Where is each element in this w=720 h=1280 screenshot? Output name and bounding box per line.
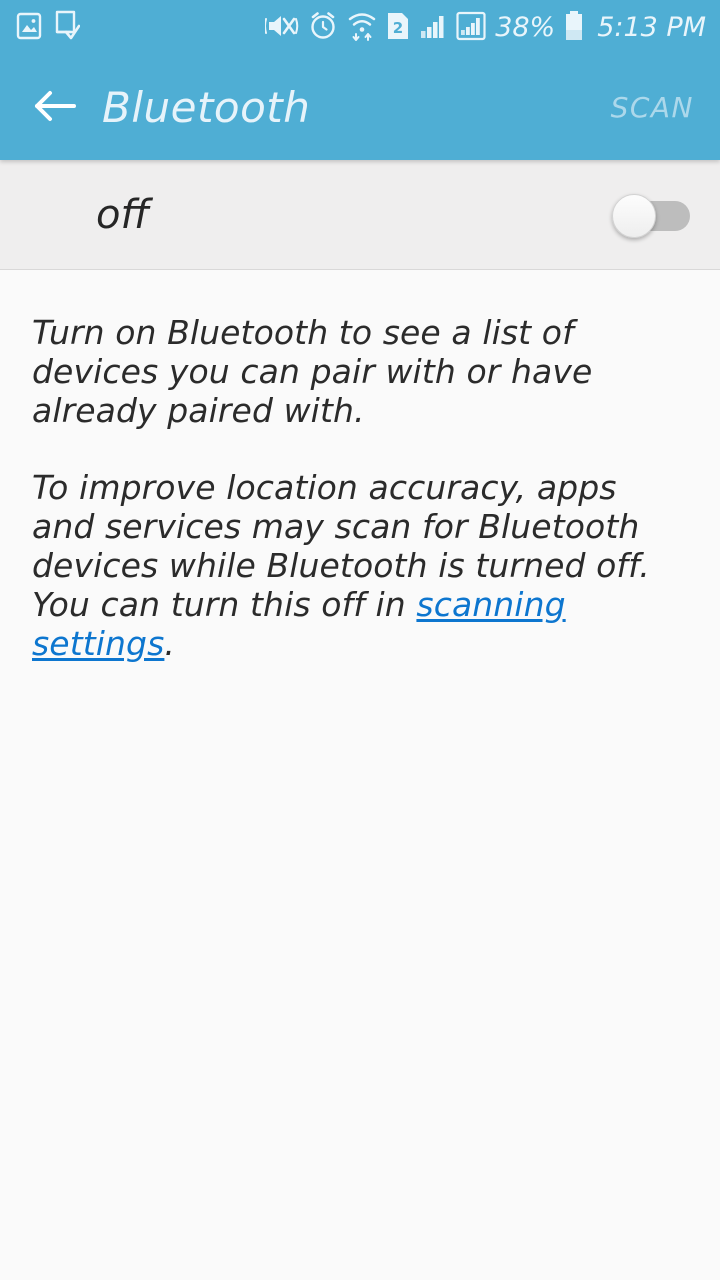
battery-percent-label: 38% <box>495 12 556 43</box>
status-bar: 2 38% 5:13 PM <box>0 0 720 55</box>
bluetooth-description-paragraph: Turn on Bluetooth to see a list of devic… <box>32 313 593 430</box>
bluetooth-toggle-row[interactable]: off <box>0 160 720 270</box>
volume-mute-vibrate-icon <box>264 11 299 45</box>
clock-label: 5:13 PM <box>597 12 706 43</box>
screenshot-image-icon <box>16 11 42 45</box>
battery-icon <box>564 10 584 46</box>
cellular-signal-boxed-icon <box>456 11 486 45</box>
header: 2 38% 5:13 PM Bluetooth SCAN <box>0 0 720 160</box>
scanning-info-text-after: . <box>164 623 175 663</box>
page-title: Bluetooth <box>102 82 311 132</box>
bluetooth-state-label: off <box>96 191 150 238</box>
bluetooth-settings-screen: 2 38% 5:13 PM Bluetooth SCAN off Turn on… <box>0 0 720 1280</box>
back-arrow-icon <box>32 88 76 128</box>
wifi-data-transfer-icon <box>347 10 377 46</box>
content-area: Turn on Bluetooth to see a list of devic… <box>0 270 720 1280</box>
sim-card-2-icon: 2 <box>386 11 410 45</box>
back-button[interactable] <box>30 84 78 132</box>
status-bar-notification-icons <box>16 10 81 46</box>
app-bar: Bluetooth SCAN <box>0 55 720 160</box>
bluetooth-toggle-switch[interactable] <box>612 192 690 238</box>
scan-button[interactable]: SCAN <box>611 93 694 122</box>
status-bar-system-icons: 2 38% 5:13 PM <box>264 10 706 46</box>
switch-knob[interactable] <box>612 193 656 238</box>
cellular-signal-icon <box>419 12 447 44</box>
download-complete-icon <box>54 10 81 46</box>
scanning-info-paragraph: To improve location accuracy, apps and s… <box>32 468 688 664</box>
svg-text:2: 2 <box>393 19 403 37</box>
alarm-clock-icon <box>308 11 338 45</box>
